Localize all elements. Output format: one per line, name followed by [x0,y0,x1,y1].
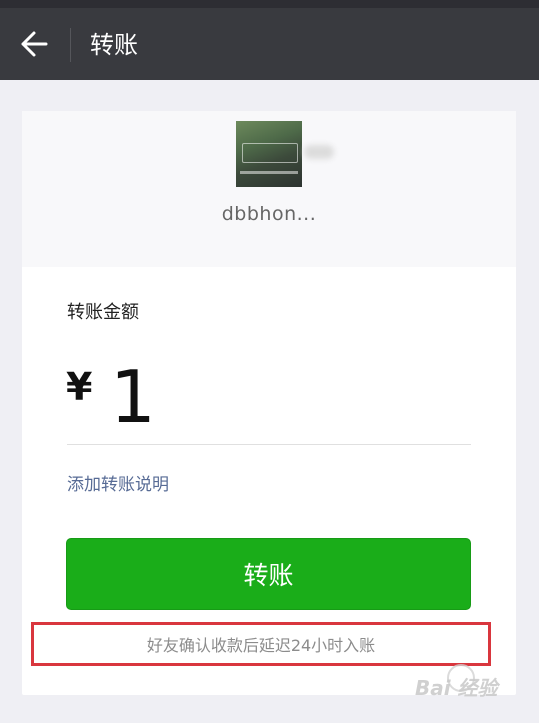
recipient-section: dbbhon... [22,111,516,267]
amount-label: 转账金额 [67,302,139,323]
status-bar [0,0,539,8]
avatar-frame-mark [242,143,298,163]
delayed-arrival-notice: 好友确认收款后延迟24小时入账 [31,622,491,666]
amount-underline [67,444,471,445]
nav-divider [70,28,71,62]
avatar-caption-mark [240,171,298,174]
recipient-name: dbbhon... [221,203,317,225]
transfer-button[interactable]: 转账 [66,538,471,610]
currency-symbol: ¥ [66,365,93,409]
arrow-left-icon [21,31,48,57]
watermark: Bai 经验 [415,676,498,700]
back-button[interactable] [14,24,54,64]
blurred-name-mask [304,145,334,159]
recipient-avatar[interactable] [236,121,302,187]
top-navigation-bar: 转账 [0,8,539,80]
amount-input[interactable]: 1 [110,357,156,437]
page-title: 转账 [90,31,138,59]
add-transfer-note-link[interactable]: 添加转账说明 [67,470,169,495]
transfer-card: dbbhon... 转账金额 ¥ 1 添加转账说明 转账 好友确认收款后延迟24… [22,111,516,695]
